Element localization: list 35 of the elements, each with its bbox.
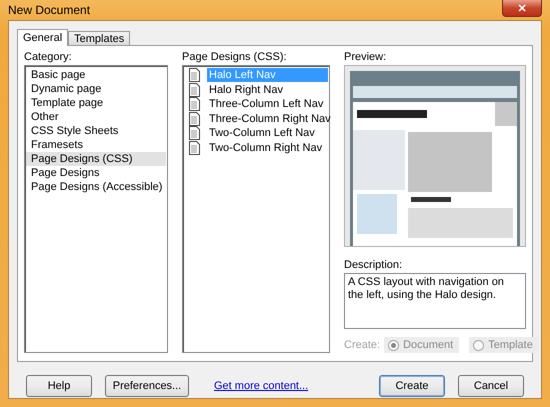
- category-item[interactable]: Page Designs (Accessible): [26, 180, 166, 194]
- category-label: Category:: [24, 51, 73, 63]
- window-title: New Document: [8, 3, 90, 17]
- page-designs-label: Page Designs (CSS):: [182, 51, 288, 63]
- document-icon: [188, 140, 201, 155]
- preview-label: Preview:: [344, 51, 388, 63]
- category-item[interactable]: Page Designs (CSS): [26, 152, 166, 166]
- category-item[interactable]: Dynamic page: [26, 82, 166, 96]
- design-item[interactable]: Halo Right Nav: [207, 82, 328, 97]
- document-icon: [188, 82, 201, 97]
- design-item[interactable]: Two-Column Right Nav: [207, 140, 328, 155]
- cancel-button[interactable]: Cancel: [458, 374, 524, 396]
- help-button[interactable]: Help: [26, 374, 92, 396]
- category-item[interactable]: CSS Style Sheets: [26, 124, 166, 138]
- tab[interactable]: Templates: [68, 31, 130, 46]
- document-icon: [188, 126, 201, 140]
- category-item[interactable]: Template page: [26, 96, 166, 110]
- category-item[interactable]: Other: [26, 110, 166, 124]
- create-label: Create:: [344, 339, 380, 351]
- category-item[interactable]: Page Designs: [26, 166, 166, 180]
- document-icon: [188, 97, 201, 112]
- document-icon: [188, 112, 201, 126]
- category-item[interactable]: Basic page: [26, 68, 166, 82]
- create-button[interactable]: Create: [379, 374, 445, 396]
- description-label: Description:: [344, 259, 404, 271]
- preferences-button[interactable]: Preferences...: [105, 374, 189, 396]
- category-item[interactable]: Framesets: [26, 138, 166, 152]
- design-item[interactable]: Two-Column Left Nav: [207, 126, 328, 140]
- get-more-content-link[interactable]: Get more content...: [214, 380, 308, 392]
- close-button[interactable]: ✕: [502, 0, 542, 17]
- tab[interactable]: General: [17, 29, 68, 46]
- design-item[interactable]: Three-Column Left Nav: [207, 97, 328, 112]
- document-icon: [188, 68, 201, 82]
- design-item[interactable]: Three-Column Right Nav: [207, 112, 331, 126]
- description-box: A CSS layout with navigation on the left, using the Halo design.: [344, 273, 526, 329]
